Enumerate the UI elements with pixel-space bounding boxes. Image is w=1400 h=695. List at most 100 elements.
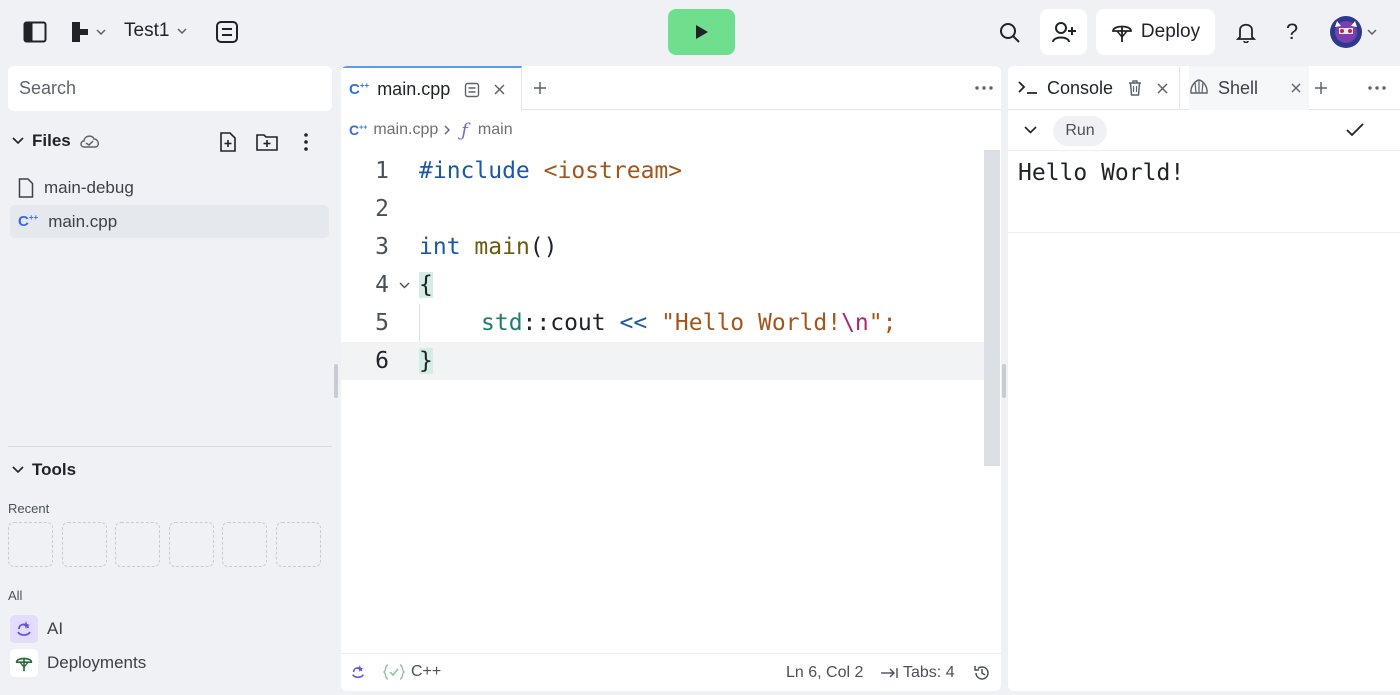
tool-label: AI	[47, 619, 64, 638]
chevron-down-icon	[1367, 29, 1377, 35]
project-name-button[interactable]: Test1	[124, 20, 187, 42]
chevron-down-icon	[12, 466, 24, 474]
recent-tool-slot[interactable]	[276, 522, 321, 567]
code-area[interactable]: 1 #include <iostream> 2 3 int main() 4 {…	[341, 152, 985, 380]
new-file-icon[interactable]	[217, 131, 239, 153]
close-icon[interactable]	[494, 84, 505, 95]
code-token: int	[419, 234, 461, 260]
terminal-prompt-icon	[1018, 81, 1038, 95]
tools-label: Tools	[32, 460, 77, 479]
more-options-icon[interactable]	[1366, 78, 1388, 98]
run-button[interactable]	[668, 9, 735, 55]
account-menu-button[interactable]	[1328, 14, 1378, 50]
trash-icon[interactable]	[1128, 80, 1142, 96]
recent-tool-slot[interactable]	[169, 522, 214, 567]
check-icon	[1344, 120, 1366, 140]
cpp-icon: C++	[349, 81, 370, 98]
code-token: <<	[619, 310, 648, 336]
more-options-icon[interactable]	[973, 78, 995, 98]
editor-status-bar: C++ Ln 6, Col 2 Tabs: 4	[341, 653, 1001, 691]
play-icon	[695, 24, 709, 40]
invite-button[interactable]	[1040, 9, 1087, 55]
search-input[interactable]	[8, 66, 332, 111]
ai-icon	[10, 615, 38, 643]
console-output: Hello World!	[1018, 160, 1185, 186]
line-number: 5	[375, 310, 389, 336]
avatar	[1329, 15, 1363, 49]
more-options-icon[interactable]	[298, 131, 314, 153]
tab-console[interactable]: Console	[1018, 66, 1178, 110]
language-label: C++	[411, 663, 442, 680]
code-line: 4 {	[341, 266, 985, 304]
divider	[1008, 150, 1400, 151]
editor-tab-bar: C++ main.cpp	[341, 66, 1001, 111]
code-token: ::cout	[522, 310, 606, 336]
pane-resize-handle[interactable]	[1002, 364, 1006, 398]
add-user-icon	[1051, 21, 1077, 43]
line-number: 2	[375, 196, 389, 222]
cpp-icon: C++	[349, 122, 368, 138]
project-name: Test1	[124, 20, 170, 41]
indentation-setting[interactable]: Tabs: 4	[880, 664, 955, 682]
sidebar-resize-handle[interactable]	[334, 364, 338, 398]
tab-shell[interactable]: Shell	[1189, 66, 1309, 110]
deploy-button[interactable]: Deploy	[1096, 9, 1215, 55]
shell-icon	[1189, 79, 1209, 97]
tool-item-deployments[interactable]: Deployments	[10, 648, 146, 678]
files-section-header[interactable]: Files	[12, 131, 101, 151]
code-token: main	[474, 234, 530, 260]
help-icon[interactable]: ?	[1280, 19, 1304, 45]
code-token: ";	[868, 310, 897, 336]
editor-scrollbar[interactable]	[984, 150, 1000, 466]
search-icon[interactable]	[997, 20, 1023, 46]
history-icon[interactable]	[973, 664, 991, 682]
fold-chevron-icon[interactable]	[389, 282, 419, 289]
tool-item-ai[interactable]: AI	[10, 614, 63, 644]
language-selector[interactable]: C++	[383, 663, 441, 681]
code-token: <iostream>	[543, 158, 683, 184]
close-icon[interactable]	[1157, 82, 1168, 94]
tab-label: Console	[1047, 77, 1114, 98]
recent-tool-slot[interactable]	[8, 522, 53, 567]
cloud-check-icon	[79, 133, 101, 149]
code-line: 1 #include <iostream>	[341, 152, 985, 190]
cursor-position[interactable]: Ln 6, Col 2	[786, 664, 863, 682]
new-folder-icon[interactable]	[255, 131, 279, 153]
lint-check-icon	[383, 664, 405, 680]
sidebar-toggle-icon[interactable]	[22, 20, 48, 44]
project-info-icon[interactable]	[214, 19, 240, 45]
code-token: std	[481, 310, 523, 336]
recent-tool-slot[interactable]	[115, 522, 160, 567]
deploy-icon	[10, 649, 38, 677]
recent-tool-slot[interactable]	[222, 522, 267, 567]
tab-main-cpp[interactable]: C++ main.cpp	[341, 66, 522, 111]
breadcrumb-file[interactable]: main.cpp	[373, 121, 438, 139]
add-tab-icon[interactable]	[1311, 78, 1331, 98]
code-line-current: 6 }	[341, 342, 985, 380]
line-number: 1	[375, 158, 389, 184]
recent-tool-slot[interactable]	[62, 522, 107, 567]
chevron-down-icon	[12, 137, 24, 145]
replit-menu-button[interactable]	[66, 20, 110, 44]
code-token: "Hello World!	[661, 310, 842, 336]
preview-icon[interactable]	[464, 82, 480, 98]
run-label: Run	[1065, 122, 1095, 139]
breadcrumb-symbol[interactable]: main	[478, 121, 513, 139]
chevron-down-icon[interactable]	[1020, 122, 1040, 138]
code-token: ()	[529, 234, 558, 260]
add-tab-icon[interactable]	[530, 78, 550, 98]
divider	[1008, 232, 1400, 233]
run-entry-pill[interactable]: Run	[1053, 116, 1107, 146]
line-number: 3	[375, 234, 389, 260]
code-token: #include	[419, 158, 530, 184]
deploy-label: Deploy	[1140, 21, 1201, 42]
close-icon[interactable]	[1291, 83, 1301, 93]
bell-icon[interactable]	[1234, 20, 1258, 44]
ai-icon[interactable]	[351, 663, 365, 681]
top-bar: Test1 Deploy ?	[0, 0, 1400, 64]
breadcrumb: C++ main.cpp ƒ main	[349, 118, 513, 142]
deploy-icon	[1111, 21, 1133, 43]
file-item-main-debug[interactable]: main-debug	[10, 171, 329, 204]
file-item-main-cpp[interactable]: C++ main.cpp	[10, 205, 329, 238]
tools-section-header[interactable]: Tools	[12, 460, 76, 480]
